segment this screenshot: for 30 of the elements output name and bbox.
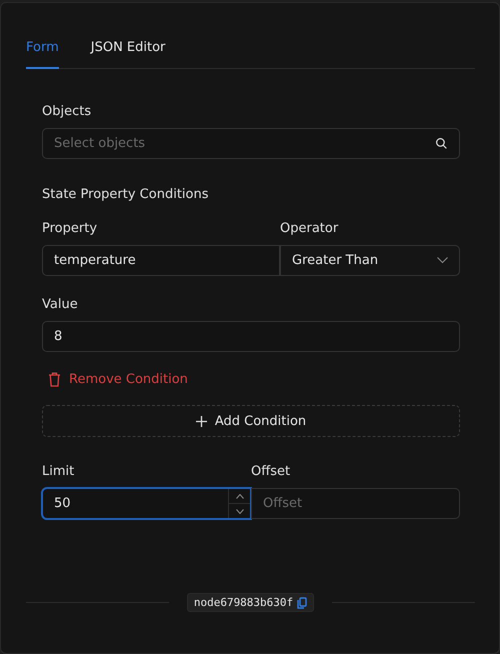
operator-select[interactable]: Greater Than (280, 245, 460, 276)
value-field[interactable]: 8 (54, 329, 448, 344)
value-box[interactable]: 8 (42, 321, 460, 352)
trash-icon (48, 372, 61, 387)
search-icon (435, 137, 448, 150)
offset-box[interactable]: Offset (251, 488, 460, 519)
chevron-down-icon (236, 508, 244, 514)
offset-field[interactable]: Offset (263, 496, 448, 511)
node-id: node679883b630f (194, 596, 294, 609)
chevron-up-icon (236, 494, 244, 498)
objects-search-field[interactable]: Select objects (54, 136, 435, 151)
section-title: State Property Conditions (42, 187, 210, 202)
objects-search-box[interactable]: Select objects (42, 128, 460, 159)
offset-label: Offset (251, 464, 292, 479)
limit-label: Limit (42, 464, 76, 479)
value-label: Value (42, 297, 79, 312)
chevron-down-icon (437, 257, 448, 264)
add-condition-button[interactable]: Add Condition (42, 405, 460, 437)
limit-field[interactable]: 50 (54, 496, 228, 511)
property-label: Property (42, 221, 98, 236)
tab[interactable]: Form (26, 40, 59, 69)
tab[interactable]: JSON Editor (90, 40, 166, 69)
copy-icon[interactable] (297, 596, 308, 608)
property-box[interactable]: temperature (42, 245, 280, 276)
limit-box[interactable]: 50 (42, 488, 251, 519)
property-field[interactable]: temperature (54, 253, 268, 268)
operator-label: Operator (280, 221, 340, 236)
objects-label: Objects (42, 104, 92, 119)
remove-condition-button[interactable]: Remove Condition (42, 372, 188, 387)
plus-icon (196, 416, 207, 426)
